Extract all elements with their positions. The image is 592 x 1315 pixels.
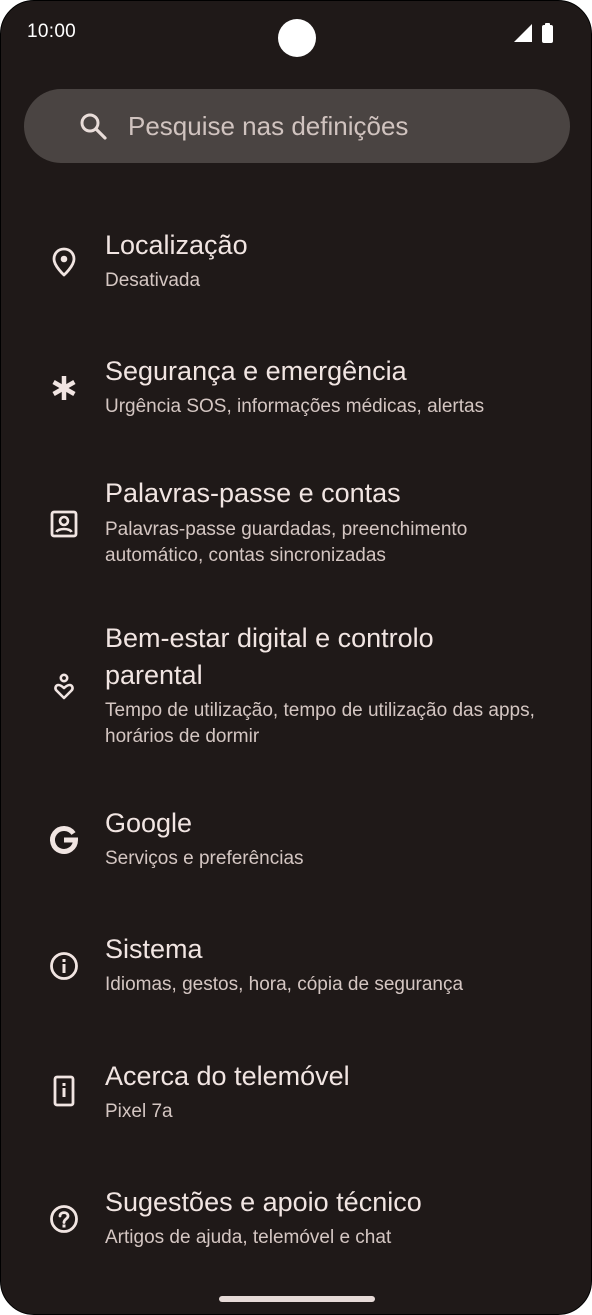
- search-input[interactable]: [128, 107, 558, 145]
- item-subtitle: Serviços e preferências: [105, 848, 304, 869]
- item-title: Bem-estar digital e controlo parental: [105, 623, 434, 690]
- search-bar[interactable]: [24, 89, 570, 163]
- item-title: Segurança e emergência: [105, 356, 407, 386]
- item-title: Sugestões e apoio técnico: [105, 1187, 422, 1217]
- item-subtitle: Tempo de utilização, tempo de utilização…: [105, 700, 535, 747]
- item-title: Google: [105, 808, 193, 838]
- settings-item-safety[interactable]: Segurança e emergência Urgência SOS, inf…: [1, 347, 591, 437]
- location-pin-icon: [47, 245, 81, 279]
- search-icon: [79, 112, 107, 140]
- item-subtitle: Desativada: [105, 270, 201, 291]
- help-icon: [47, 1202, 81, 1236]
- wellbeing-icon: [47, 669, 81, 703]
- settings-item-location[interactable]: Localização Desativada: [1, 221, 591, 311]
- phone-screen: 10:00 Localização Desativada: [0, 0, 592, 1315]
- item-subtitle: Idiomas, gestos, hora, cópia de seguranç…: [105, 974, 464, 995]
- asterisk-icon: [47, 371, 81, 405]
- item-title: Acerca do telemóvel: [105, 1061, 350, 1091]
- item-subtitle: Artigos de ajuda, telemóvel e chat: [105, 1227, 392, 1248]
- item-subtitle: Urgência SOS, informações médicas, alert…: [105, 396, 485, 417]
- google-icon: [47, 823, 81, 857]
- cell-signal-icon: [514, 24, 532, 47]
- settings-item-help[interactable]: Sugestões e apoio técnico Artigos de aju…: [1, 1178, 591, 1268]
- status-icons: [514, 23, 553, 48]
- settings-item-digital-wellbeing[interactable]: Bem-estar digital e controlo parental Te…: [1, 617, 591, 757]
- settings-item-passwords-accounts[interactable]: Palavras-passe e contas Palavras-passe g…: [1, 471, 591, 581]
- settings-item-system[interactable]: Sistema Idiomas, gestos, hora, cópia de …: [1, 925, 591, 1015]
- phone-info-icon: [47, 1074, 81, 1108]
- item-subtitle: Palavras-passe guardadas, preenchimento …: [105, 519, 468, 566]
- item-subtitle: Pixel 7a: [105, 1101, 173, 1122]
- settings-item-about-phone[interactable]: Acerca do telemóvel Pixel 7a: [1, 1052, 591, 1142]
- info-icon: [47, 949, 81, 983]
- settings-item-google[interactable]: Google Serviços e preferências: [1, 799, 591, 889]
- camera-cutout: [278, 19, 316, 57]
- home-gesture-bar[interactable]: [219, 1296, 375, 1302]
- status-time: 10:00: [27, 21, 77, 42]
- item-title: Localização: [105, 230, 248, 260]
- battery-icon: [542, 23, 553, 48]
- account-box-icon: [47, 507, 81, 541]
- item-title: Sistema: [105, 934, 203, 964]
- item-title: Palavras-passe e contas: [105, 478, 401, 508]
